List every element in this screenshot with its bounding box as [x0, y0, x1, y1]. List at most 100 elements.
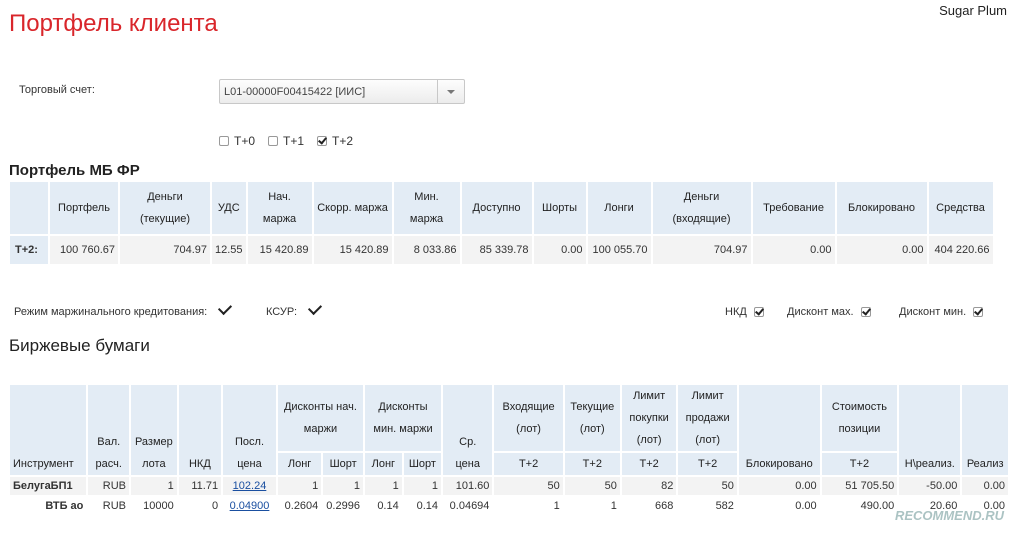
col-shorts: Шорты: [533, 182, 586, 234]
col-blocked: Блокировано: [836, 182, 927, 234]
col-money-current: Деньги (текущие): [120, 182, 210, 234]
securities-table: Инструмент Вал. расч. Размер лота НКД По…: [8, 383, 1010, 517]
cell-adj-margin: 15 420.89: [313, 236, 392, 264]
chevron-down-icon[interactable]: [437, 80, 464, 103]
account-label: Торговый счет:: [19, 84, 95, 96]
cell-blocked: 0.00: [836, 236, 927, 264]
portfolio-row: T+2: 100 760.67 704.97 12.55 15 420.89 1…: [10, 236, 993, 264]
cell-disc-init-short: 0.2996: [323, 497, 363, 515]
col-nkd: НКД: [178, 385, 222, 475]
col-requirement: Требование: [752, 182, 835, 234]
cell-last-price[interactable]: 0.04900: [223, 497, 276, 515]
ksur-label: КСУР:: [266, 306, 298, 318]
col-disc-init: Дисконты нач. маржи: [277, 385, 363, 451]
portfolio-corner: [10, 182, 48, 234]
cell-lot: 10000: [131, 497, 177, 515]
col-realized: Реализ: [962, 385, 1008, 475]
checkbox-t2-label: T+2: [332, 133, 354, 148]
cell-currency: RUB: [88, 497, 130, 515]
col-uds: УДС: [212, 182, 246, 234]
margin-lending-label: Режим маржинального кредитования:: [14, 306, 208, 318]
portfolio-title: Портфель МБ ФР: [9, 162, 140, 179]
watermark-logo: RECOMMEND.RU: [894, 508, 1004, 523]
cell-limit-buy: 82: [621, 477, 677, 495]
cell-available: 85 339.78: [461, 236, 532, 264]
cell-disc-init-short: 1: [323, 477, 363, 495]
col-available: Доступно: [461, 182, 532, 234]
discount-max-option[interactable]: Дисконт мах.: [787, 306, 871, 318]
cell-currency: RUB: [88, 477, 130, 495]
checkbox-t0-label: T+0: [234, 133, 256, 148]
cell-incoming: 1: [494, 497, 563, 515]
cell-unrealized: -50.00: [899, 477, 961, 495]
col-limit-buy: Лимит покупки (лот): [621, 385, 677, 451]
col-disc-min-short: Шорт: [403, 453, 442, 475]
cell-disc-init-long: 1: [277, 477, 322, 495]
col-avg-price: Ср. цена: [443, 385, 493, 475]
col-disc-init-long: Лонг: [277, 453, 322, 475]
discount-max-label: Дисконт мах.: [787, 306, 854, 318]
check-icon: [307, 300, 323, 316]
securities-title: Биржевые бумаги: [9, 336, 150, 355]
cell-position-value: 51 705.50: [821, 477, 898, 495]
cell-disc-min-short: 0.14: [403, 497, 442, 515]
col-currency: Вал. расч.: [88, 385, 130, 475]
cell-instrument: БелугаБП1: [10, 477, 87, 495]
cell-init-margin: 15 420.89: [247, 236, 312, 264]
settlement-t0[interactable]: T+0: [219, 133, 255, 148]
page-title: Портфель клиента: [9, 10, 218, 37]
cell-disc-min-short: 1: [403, 477, 442, 495]
account-select[interactable]: L01-00000F00415422 [ИИС]: [219, 79, 465, 104]
discount-min-checkbox[interactable]: [973, 307, 984, 318]
checkbox-t0[interactable]: [219, 135, 229, 146]
col-current-t2: T+2: [564, 453, 620, 475]
cell-last-price[interactable]: 102.24: [223, 477, 276, 495]
col-position-value-t2: T+2: [821, 453, 898, 475]
check-icon: [218, 300, 233, 316]
discount-max-checkbox[interactable]: [860, 307, 871, 318]
checkbox-t1-label: T+1: [283, 133, 305, 148]
account-select-value: L01-00000F00415422 [ИИС]: [224, 86, 366, 98]
cell-portfolio: 100 760.67: [50, 236, 118, 264]
cell-longs: 100 055.70: [587, 236, 651, 264]
cell-min-margin: 8 033.86: [393, 236, 460, 264]
user-name[interactable]: Sugar Plum: [939, 3, 1007, 18]
cell-money-incoming: 704.97: [652, 236, 751, 264]
col-disc-min: Дисконты мин. маржи: [364, 385, 442, 451]
table-row[interactable]: БелугаБП1 RUB 1 11.71 102.24 1 1 1 1 101…: [10, 477, 1008, 495]
table-row[interactable]: ВТБ ао RUB 10000 0 0.04900 0.2604 0.2996…: [10, 497, 1008, 515]
nkd-checkbox[interactable]: [753, 307, 764, 318]
margin-lending-option: Режим маржинального кредитования:: [14, 300, 233, 318]
cell-disc-min-long: 1: [364, 477, 402, 495]
col-lot: Размер лота: [131, 385, 177, 475]
cell-incoming: 50: [494, 477, 563, 495]
col-disc-init-short: Шорт: [323, 453, 363, 475]
checkbox-t1[interactable]: [268, 135, 278, 146]
ksur-option: КСУР:: [266, 300, 323, 318]
last-price-link[interactable]: 0.04900: [230, 500, 270, 512]
col-last-price: Посл. цена: [223, 385, 276, 475]
cell-limit-buy: 668: [621, 497, 677, 515]
col-longs: Лонги: [587, 182, 651, 234]
settlement-t2[interactable]: T+2: [317, 133, 353, 148]
cell-current: 1: [564, 497, 620, 515]
settlement-t1[interactable]: T+1: [268, 133, 304, 148]
cell-avg-price: 101.60: [443, 477, 493, 495]
cell-blocked: 0.00: [738, 497, 820, 515]
cell-shorts: 0.00: [533, 236, 586, 264]
col-blocked: Блокировано: [738, 385, 820, 475]
cell-limit-sell: 50: [678, 477, 737, 495]
col-current: Текущие (лот): [564, 385, 620, 451]
col-portfolio: Портфель: [50, 182, 118, 234]
col-adj-margin: Скорр. маржа: [313, 182, 392, 234]
col-limit-sell-t2: T+2: [678, 453, 737, 475]
nkd-option[interactable]: НКД: [725, 306, 764, 318]
col-init-margin: Нач. маржа: [247, 182, 312, 234]
cell-limit-sell: 582: [678, 497, 737, 515]
cell-instrument: ВТБ ао: [10, 497, 87, 515]
checkbox-t2[interactable]: [317, 135, 327, 146]
last-price-link[interactable]: 102.24: [233, 480, 267, 492]
cell-current: 50: [564, 477, 620, 495]
col-incoming-t2: T+2: [494, 453, 563, 475]
discount-min-option[interactable]: Дисконт мин.: [899, 306, 984, 318]
